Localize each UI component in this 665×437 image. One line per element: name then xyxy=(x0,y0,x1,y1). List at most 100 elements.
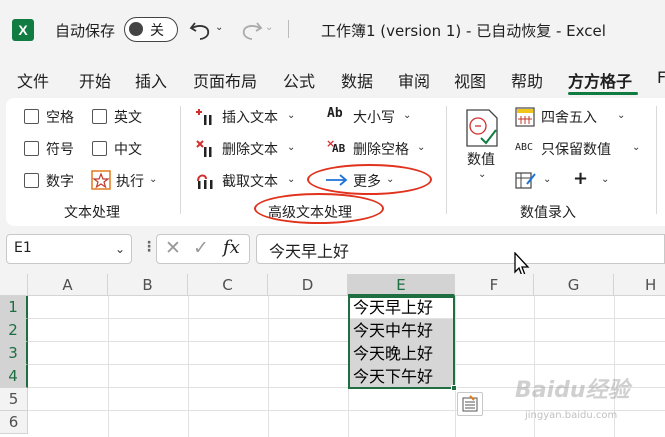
execute-dropdown-icon[interactable]: ⌄ xyxy=(149,174,157,185)
undo-icon[interactable] xyxy=(188,17,214,41)
row-header-4[interactable]: 4 xyxy=(0,365,28,388)
case-dropdown-icon[interactable]: ⌄ xyxy=(403,110,411,121)
checkbox-english[interactable] xyxy=(92,109,107,124)
keep-numeric-button[interactable]: 只保留数值 xyxy=(541,139,611,159)
row-header-1[interactable]: 1 xyxy=(0,296,28,319)
numeric-button[interactable]: 数值 xyxy=(467,149,495,169)
checkbox-space[interactable] xyxy=(24,109,39,124)
enter-check-icon[interactable]: ✓ xyxy=(193,237,209,259)
tab-page-layout[interactable]: 页面布局 xyxy=(193,68,257,92)
checkbox-number-label: 数字 xyxy=(46,174,74,190)
autosave-label: 自动保存 xyxy=(55,22,116,40)
insert-text-icon xyxy=(196,109,212,125)
insert-function-icon[interactable]: fx xyxy=(223,237,240,258)
column-header-b[interactable]: B xyxy=(108,274,188,296)
checkbox-symbol-label: 符号 xyxy=(46,142,74,158)
column-header-f[interactable]: F xyxy=(455,274,534,296)
group-label-numeric-entry: 数值录入 xyxy=(520,205,576,221)
autosave-state: 关 xyxy=(150,23,164,39)
quick-analysis-icon xyxy=(462,395,478,412)
column-header-e[interactable]: E xyxy=(348,274,455,296)
numeric-dropdown-icon[interactable]: ⌄ xyxy=(478,169,486,180)
group-divider xyxy=(180,106,181,214)
numeric-icon xyxy=(466,109,498,147)
plus-button[interactable]: + xyxy=(573,168,588,189)
formula-buttons: ✕ ✓ fx xyxy=(156,234,250,264)
edit-table-dropdown-icon[interactable]: ⌄ xyxy=(543,174,551,185)
keep-numeric-dropdown-icon[interactable]: ⌄ xyxy=(632,142,640,153)
checkbox-space-label: 空格 xyxy=(46,110,74,126)
plus-dropdown-icon[interactable]: ⌄ xyxy=(601,174,609,185)
delete-text-dropdown-icon[interactable]: ⌄ xyxy=(287,142,295,153)
group-divider xyxy=(656,106,657,214)
tab-overflow[interactable]: F xyxy=(657,68,665,87)
delete-spaces-dropdown-icon[interactable]: ⌄ xyxy=(417,142,425,153)
gridline xyxy=(28,341,665,342)
tab-data[interactable]: 数据 xyxy=(341,68,373,92)
title-divider xyxy=(288,20,289,38)
insert-text-button[interactable]: 插入文本 xyxy=(222,107,278,127)
formula-input[interactable]: 今天早上好 xyxy=(256,234,665,264)
row-header-3[interactable]: 3 xyxy=(0,342,28,365)
execute-button[interactable]: 执行 xyxy=(116,171,144,191)
group-label-text-processing: 文本处理 xyxy=(64,205,120,221)
case-icon: Ab xyxy=(327,106,343,121)
tab-file[interactable]: 文件 xyxy=(17,68,49,92)
column-header-d[interactable]: D xyxy=(268,274,348,296)
row-header-2[interactable]: 2 xyxy=(0,319,28,342)
fill-handle[interactable] xyxy=(451,385,457,391)
more-options-icon[interactable]: ⋮ xyxy=(142,239,156,255)
gridline xyxy=(28,318,665,319)
tab-view[interactable]: 视图 xyxy=(454,68,486,92)
checkbox-chinese[interactable] xyxy=(92,141,107,156)
group-divider xyxy=(446,106,447,214)
column-header-a[interactable]: A xyxy=(28,274,108,296)
undo-dropdown-icon[interactable]: ⌄ xyxy=(215,22,223,33)
column-header-c[interactable]: C xyxy=(188,274,268,296)
tab-fangfanggezi[interactable]: 方方格子 xyxy=(568,68,632,92)
execute-icon[interactable] xyxy=(91,170,111,190)
tab-help[interactable]: 帮助 xyxy=(511,68,543,92)
annotation-ellipse-more xyxy=(307,164,432,195)
name-box-dropdown-icon[interactable]: ⌄ xyxy=(115,242,125,256)
checkbox-number[interactable] xyxy=(24,173,39,188)
watermark-url: jingyan.baidu.com xyxy=(525,410,618,421)
insert-text-dropdown-icon[interactable]: ⌄ xyxy=(287,110,295,121)
autosave-toggle[interactable]: 关 xyxy=(124,17,178,42)
row-header-5[interactable]: 5 xyxy=(0,388,28,411)
round-dropdown-icon[interactable]: ⌄ xyxy=(617,110,625,121)
extract-text-button[interactable]: 截取文本 xyxy=(222,171,278,191)
column-header-h[interactable]: H xyxy=(614,274,665,296)
column-header-g[interactable]: G xyxy=(534,274,614,296)
annotation-ellipse-advanced-label xyxy=(254,193,384,224)
edit-table-icon[interactable] xyxy=(515,170,537,190)
tab-review[interactable]: 审阅 xyxy=(398,68,430,92)
tab-insert[interactable]: 插入 xyxy=(135,68,167,92)
round-icon xyxy=(515,107,535,127)
redo-dropdown-icon[interactable]: ⌄ xyxy=(265,22,273,33)
name-box[interactable]: E1 ⌄ xyxy=(6,234,132,264)
checkbox-symbol[interactable] xyxy=(24,141,39,156)
tab-home[interactable]: 开始 xyxy=(79,68,111,92)
delete-text-icon xyxy=(196,140,212,157)
delete-spaces-button[interactable]: 删除空格 xyxy=(353,139,409,159)
row-header-6[interactable]: 6 xyxy=(0,411,28,434)
gridline xyxy=(28,364,665,365)
formula-value: 今天早上好 xyxy=(269,242,350,261)
extract-text-icon xyxy=(197,174,213,189)
delete-spaces-icon: × AB xyxy=(326,137,346,155)
selection-border xyxy=(348,296,455,389)
active-tab-indicator xyxy=(568,92,638,95)
toggle-knob xyxy=(129,22,143,36)
tab-formulas[interactable]: 公式 xyxy=(283,68,315,92)
cancel-icon[interactable]: ✕ xyxy=(165,237,181,259)
redo-icon[interactable] xyxy=(238,17,264,41)
round-button[interactable]: 四舍五入 xyxy=(541,107,597,127)
watermark-baidu: Baidu经验 xyxy=(515,378,630,403)
select-all-corner[interactable] xyxy=(0,274,28,296)
extract-text-dropdown-icon[interactable]: ⌄ xyxy=(287,174,295,185)
delete-text-button[interactable]: 删除文本 xyxy=(222,139,278,159)
keep-numeric-icon: ABC xyxy=(515,142,534,153)
case-button[interactable]: 大小写 xyxy=(353,107,395,127)
quick-analysis-button[interactable] xyxy=(457,392,483,416)
